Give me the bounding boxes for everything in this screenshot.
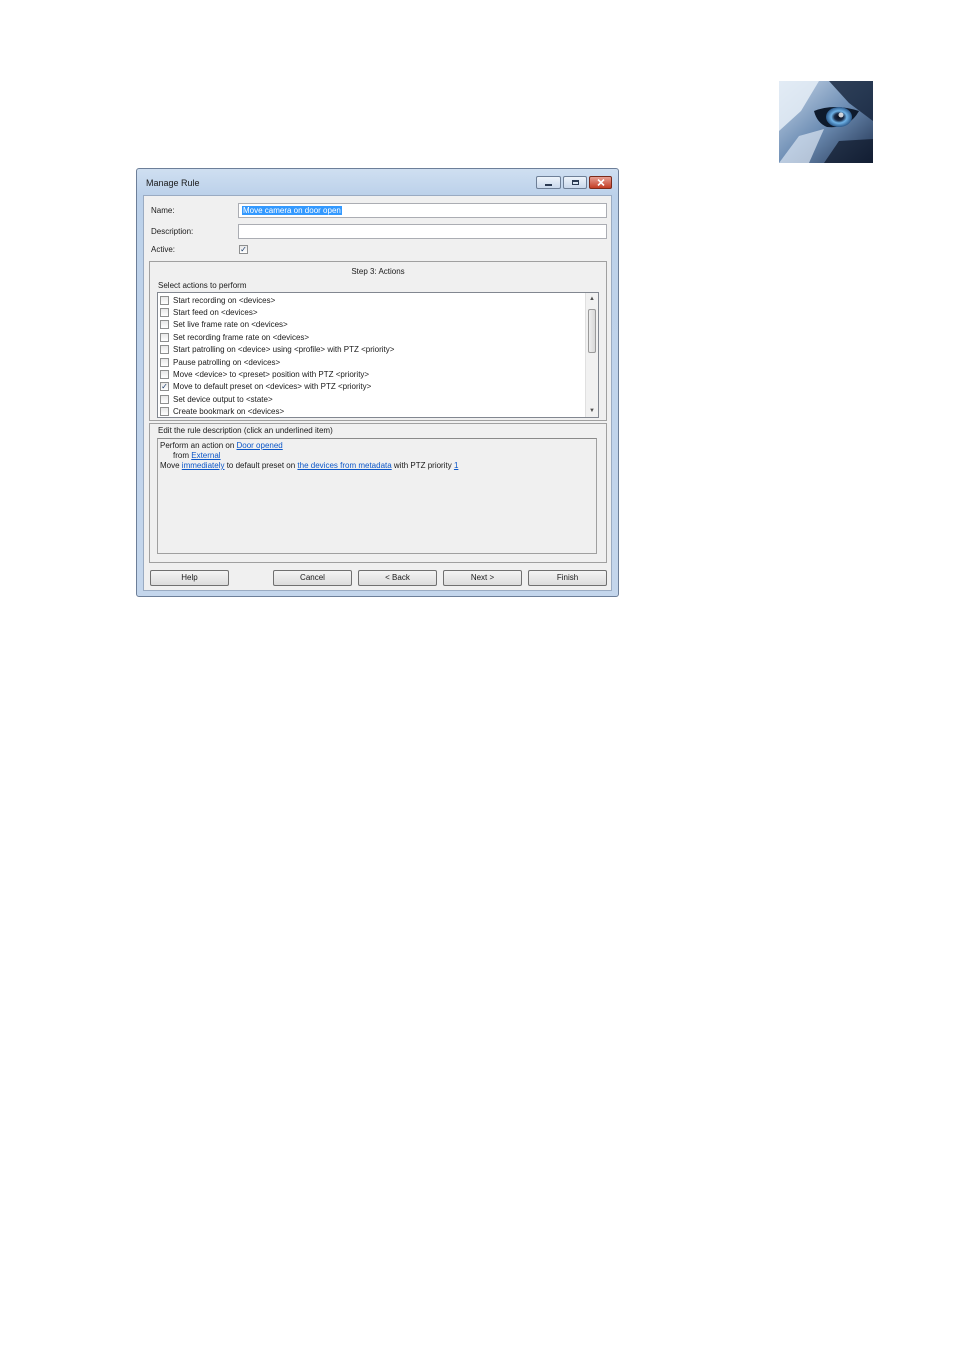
checkmark-icon: ✓ (240, 245, 247, 254)
minimize-button[interactable] (536, 176, 561, 189)
devices-link[interactable]: the devices from metadata (297, 461, 391, 470)
minimize-icon (545, 184, 552, 186)
active-label: Active: (151, 245, 176, 254)
cancel-button[interactable]: Cancel (273, 570, 352, 586)
action-label: Set device output to <state> (173, 394, 273, 404)
action-checkbox[interactable] (160, 307, 169, 317)
description-label: Description: (151, 227, 194, 236)
maximize-button[interactable] (563, 176, 587, 189)
rule-description-header: Edit the rule description (click an unde… (158, 426, 333, 435)
timing-link[interactable]: immediately (182, 461, 225, 470)
action-item[interactable]: Move <device> to <preset> position with … (160, 368, 369, 380)
action-label: Move to default preset on <devices> with… (173, 382, 372, 392)
name-field[interactable]: Move camera on door open (238, 203, 607, 218)
finish-button[interactable]: Finish (528, 570, 607, 586)
step-title: Step 3: Actions (351, 267, 405, 276)
action-checkbox[interactable] (160, 320, 169, 330)
action-item[interactable]: Set live frame rate on <devices> (160, 319, 288, 331)
action-item[interactable]: Set recording frame rate on <devices> (160, 331, 309, 343)
action-label: Start feed on <devices> (173, 307, 258, 317)
help-button[interactable]: Help (150, 570, 229, 586)
scroll-down-icon[interactable]: ▼ (586, 405, 598, 417)
scroll-thumb[interactable] (588, 309, 596, 353)
dialog-title: Manage Rule (146, 178, 200, 188)
actions-scrollbar[interactable]: ▲ ▼ (585, 293, 598, 417)
back-button[interactable]: < Back (358, 570, 437, 586)
action-checkbox[interactable] (160, 357, 169, 367)
event-link[interactable]: Door opened (236, 441, 282, 450)
action-item[interactable]: ✓ Move to default preset on <devices> wit… (160, 381, 371, 393)
action-label: Set live frame rate on <devices> (173, 320, 288, 330)
rule-line-source: from External (173, 451, 221, 460)
actions-list[interactable]: Start recording on <devices> Start feed o… (157, 292, 599, 418)
step-actions-panel: Step 3: Actions Select actions to perfor… (149, 261, 607, 421)
rule-line3-text-c: with PTZ priority (391, 461, 454, 470)
action-label: Start recording on <devices> (173, 295, 276, 305)
rule-line-action: Move immediately to default preset on th… (160, 461, 458, 470)
manage-rule-dialog: Manage Rule Name: Move camera on door op… (136, 168, 619, 597)
priority-link[interactable]: 1 (454, 461, 458, 470)
action-item[interactable]: Start recording on <devices> (160, 294, 275, 306)
select-actions-label: Select actions to perform (158, 281, 247, 290)
description-field[interactable] (238, 224, 607, 239)
action-label: Create bookmark on <devices> (173, 407, 285, 417)
action-label: Start patrolling on <device> using <prof… (173, 345, 395, 355)
name-value: Move camera on door open (242, 206, 342, 215)
action-item[interactable]: Pause patrolling on <devices> (160, 356, 280, 368)
rule-line1-text: Perform an action on (160, 441, 237, 450)
action-checkbox[interactable] (160, 332, 169, 342)
source-link[interactable]: External (191, 451, 220, 460)
action-label: Pause patrolling on <devices> (173, 357, 281, 367)
active-checkbox[interactable]: ✓ (239, 245, 248, 254)
action-checkbox[interactable]: ✓ (160, 382, 169, 392)
scroll-up-icon[interactable]: ▲ (586, 293, 598, 305)
action-label: Move <device> to <preset> position with … (173, 369, 370, 379)
rule-line2-text: from (173, 451, 192, 460)
wolf-logo (779, 81, 873, 163)
rule-line-event: Perform an action on Door opened (160, 441, 283, 450)
action-checkbox[interactable] (160, 394, 169, 404)
maximize-icon (571, 180, 579, 185)
action-checkbox[interactable] (160, 295, 169, 305)
action-item[interactable]: Start patrolling on <device> using <prof… (160, 344, 394, 356)
rule-line3-text-b: to default preset on (224, 461, 298, 470)
rule-description-box: Perform an action on Door opened from Ex… (157, 438, 597, 554)
action-checkbox[interactable] (160, 407, 169, 417)
rule-description-panel: Edit the rule description (click an unde… (149, 423, 607, 563)
action-item[interactable]: Set device output to <state> (160, 393, 273, 405)
action-item[interactable]: Start feed on <devices> (160, 306, 258, 318)
close-button[interactable] (589, 176, 612, 189)
action-label: Set recording frame rate on <devices> (173, 332, 310, 342)
action-item[interactable]: Create bookmark on <devices> (160, 406, 285, 417)
action-checkbox[interactable] (160, 369, 169, 379)
dialog-client-area: Name: Move camera on door open Descripti… (143, 195, 612, 591)
rule-line3-text-a: Move (160, 461, 182, 470)
name-label: Name: (151, 206, 175, 215)
action-checkbox[interactable] (160, 345, 169, 355)
close-icon (596, 179, 605, 186)
next-button[interactable]: Next > (443, 570, 522, 586)
title-bar[interactable]: Manage Rule (137, 169, 618, 195)
